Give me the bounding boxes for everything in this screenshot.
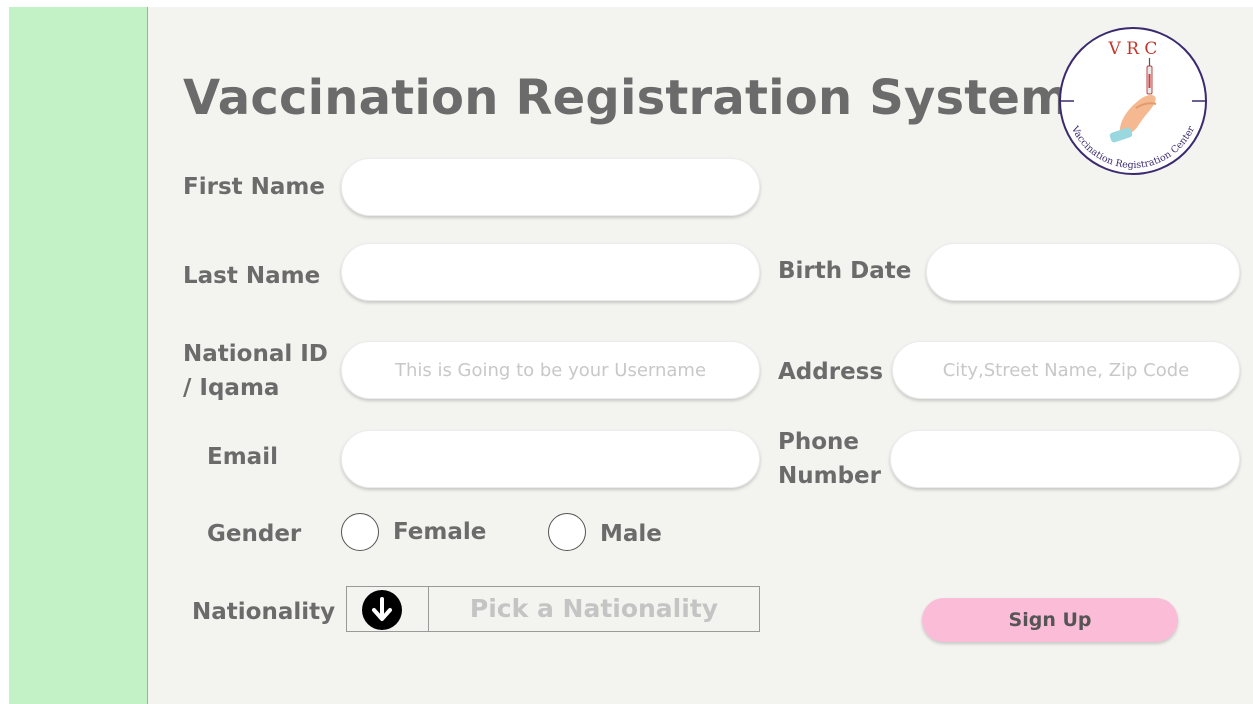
- birth-date-input[interactable]: [926, 243, 1240, 301]
- gender-label: Gender: [207, 521, 302, 547]
- nationality-dropdown-button[interactable]: [347, 587, 429, 631]
- national-id-input[interactable]: [341, 341, 760, 399]
- arrow-down-circle-icon: [362, 590, 402, 630]
- phone-label-line1: Phone: [778, 429, 860, 455]
- male-option-label[interactable]: Male: [600, 517, 662, 551]
- sidebar: [9, 7, 148, 704]
- national-id-label-line2: / Iqama: [183, 375, 280, 401]
- female-radio[interactable]: [341, 513, 379, 551]
- phone-label-line2: Number: [778, 463, 881, 489]
- nationality-select[interactable]: Pick a Nationality: [346, 586, 760, 632]
- logo-initials: V R C: [1108, 39, 1158, 59]
- female-option-label[interactable]: Female: [393, 515, 486, 549]
- nationality-placeholder: Pick a Nationality: [469, 594, 719, 623]
- birth-date-label: Birth Date: [778, 258, 912, 284]
- sign-up-button[interactable]: Sign Up: [922, 598, 1178, 642]
- male-radio[interactable]: [548, 513, 586, 551]
- first-name-input[interactable]: [341, 158, 760, 216]
- address-input[interactable]: [892, 341, 1240, 399]
- page-title: Vaccination Registration System: [183, 70, 1071, 126]
- vrc-logo: V R C Vaccination Registration Center: [1059, 27, 1207, 175]
- email-input[interactable]: [341, 430, 760, 488]
- nationality-label: Nationality: [192, 599, 336, 625]
- last-name-input[interactable]: [341, 243, 760, 301]
- address-label: Address: [778, 359, 884, 385]
- phone-input[interactable]: [890, 430, 1240, 488]
- email-label: Email: [207, 444, 278, 470]
- national-id-label-line1: National ID: [183, 341, 328, 367]
- last-name-label: Last Name: [183, 263, 321, 289]
- first-name-label: First Name: [183, 174, 325, 200]
